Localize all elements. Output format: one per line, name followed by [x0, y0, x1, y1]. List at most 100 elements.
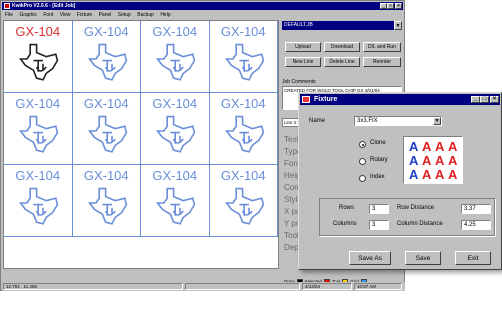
fixture-dialog: Fixture _ □ × Name 3x3.FIX ▼ Clone Rotar…	[298, 92, 502, 270]
texas-logo-icon	[87, 115, 127, 153]
radio-clone[interactable]	[359, 141, 366, 148]
fixture-preview: AAAAAAAAAAAA	[403, 136, 463, 184]
maximize-button[interactable]: □	[387, 3, 394, 9]
preview-letter: A	[409, 167, 419, 182]
cell-label: GX-104	[83, 24, 129, 39]
status-time: 10:57 AM	[354, 283, 402, 290]
preview-letter: A	[448, 139, 458, 154]
preview-letter: A	[435, 167, 445, 182]
fixture-cell[interactable]: GX-104	[209, 21, 278, 93]
app-icon	[4, 3, 10, 9]
preview-letter: A	[422, 153, 432, 168]
dialog-title: Fixture	[314, 96, 338, 103]
fixture-cell[interactable]: GX-104	[72, 21, 141, 93]
chevron-down-icon[interactable]: ▼	[433, 117, 441, 125]
fixture-name-select[interactable]: 3x3.FIX ▼	[354, 116, 442, 126]
columns-input[interactable]: 3	[369, 220, 389, 230]
exit-button[interactable]: Exit	[455, 251, 491, 265]
texas-logo-icon	[87, 43, 127, 81]
menu-fixture[interactable]: Fixture	[77, 12, 92, 18]
menu-panel[interactable]: Panel	[99, 12, 112, 18]
radio-rotary[interactable]	[359, 158, 366, 165]
save-as-button[interactable]: Save As	[349, 251, 391, 265]
job-comments-label: Job Comments	[282, 79, 316, 85]
fixture-cell[interactable]: GX-104	[4, 165, 73, 237]
fixture-cell[interactable]: GX-104	[72, 165, 141, 237]
dialog-close-button[interactable]: ×	[490, 96, 499, 103]
menu-graphic[interactable]: Graphic	[19, 12, 37, 18]
new-line-button[interactable]: New Line	[285, 57, 321, 67]
cell-label: GX-104	[152, 24, 198, 39]
window-title: KwikPro V2.0.6 - [Edit Job]	[12, 3, 76, 9]
cell-label: GX-104	[15, 168, 61, 183]
upload-button[interactable]: Upload	[285, 42, 321, 52]
texas-logo-icon	[224, 115, 264, 153]
column-distance-label: Column Distance	[397, 221, 443, 227]
close-button[interactable]: ×	[395, 3, 402, 9]
preview-letter: A	[435, 139, 445, 154]
texas-logo-icon	[156, 115, 196, 153]
status-bar: 12.702 , 11.466 4/12/04 10:57 AM	[2, 282, 405, 291]
status-empty	[185, 283, 300, 290]
download-button[interactable]: Download	[324, 42, 360, 52]
preview-letter: A	[448, 167, 458, 182]
fixture-cell[interactable]: GX-104	[209, 165, 278, 237]
cell-label: GX-104	[15, 24, 61, 39]
menu-setup[interactable]: Setup	[118, 12, 131, 18]
texas-logo-icon	[19, 43, 59, 81]
fixture-cell[interactable]: GX-104	[141, 93, 210, 165]
preview-letter: A	[448, 153, 458, 168]
cell-label: GX-104	[152, 168, 198, 183]
preview-letter: A	[422, 139, 432, 154]
fixture-name-value: 3x3.FIX	[357, 118, 378, 124]
chevron-down-icon[interactable]: ▼	[394, 21, 402, 30]
cell-label: GX-104	[83, 96, 129, 111]
download-and-run-button[interactable]: D/L and Run	[363, 42, 401, 52]
fixture-icon	[302, 96, 310, 103]
preview-canvas: A A A AA A A AA A A A	[409, 139, 458, 182]
rows-label: Rows	[339, 205, 355, 211]
job-file-combo[interactable]: DEFAULT.JB ▼	[282, 21, 402, 30]
fixture-cell[interactable]: GX-104	[72, 93, 141, 165]
menu-bar: File Graphic Font View Fixture Panel Set…	[2, 11, 403, 19]
rotary-label: Rotary	[370, 157, 388, 163]
fixture-cell[interactable]: GX-104	[209, 93, 278, 165]
name-label: Name	[309, 118, 326, 124]
texas-logo-icon	[87, 187, 127, 225]
column-distance-input[interactable]: 4.25	[461, 220, 491, 230]
preview-letter: A	[409, 139, 419, 154]
clone-label: Clone	[370, 140, 386, 146]
fixture-cell[interactable]: GX-104	[4, 21, 73, 93]
menu-help[interactable]: Help	[160, 12, 170, 18]
fixture-cell[interactable]: GX-104	[141, 21, 210, 93]
radio-index[interactable]	[359, 175, 366, 182]
reorder-button[interactable]: Reorder	[363, 57, 401, 67]
texas-logo-icon	[224, 43, 264, 81]
row-distance-label: Row Distance	[397, 205, 435, 211]
preview-letter: A	[422, 167, 432, 182]
dialog-minimize-button[interactable]: _	[471, 96, 480, 103]
fixture-cell[interactable]: GX-104	[141, 165, 210, 237]
preview-letter: A	[435, 153, 445, 168]
cell-label: GX-104	[83, 168, 129, 183]
rows-input[interactable]: 3	[369, 204, 389, 214]
menu-backup[interactable]: Backup	[137, 12, 154, 18]
main-title-bar: KwikPro V2.0.6 - [Edit Job] _ □ ×	[2, 2, 403, 10]
menu-view[interactable]: View	[60, 12, 71, 18]
save-button[interactable]: Save	[405, 251, 441, 265]
texas-logo-icon	[19, 115, 59, 153]
status-date: 4/12/04	[302, 283, 352, 290]
cell-label: GX-104	[220, 168, 266, 183]
columns-label: Columns	[333, 221, 357, 227]
index-label: Index	[370, 174, 385, 180]
dialog-maximize-button[interactable]: □	[480, 96, 489, 103]
delete-line-button[interactable]: Delete Line	[324, 57, 360, 67]
dialog-title-bar: Fixture _ □ ×	[300, 94, 500, 105]
menu-file[interactable]: File	[5, 12, 13, 18]
row-distance-input[interactable]: 3.37	[461, 204, 491, 214]
minimize-button[interactable]: _	[380, 3, 387, 9]
texas-logo-icon	[156, 43, 196, 81]
fixture-cell[interactable]: GX-104	[4, 93, 73, 165]
texas-logo-icon	[19, 187, 59, 225]
menu-font[interactable]: Font	[43, 12, 53, 18]
